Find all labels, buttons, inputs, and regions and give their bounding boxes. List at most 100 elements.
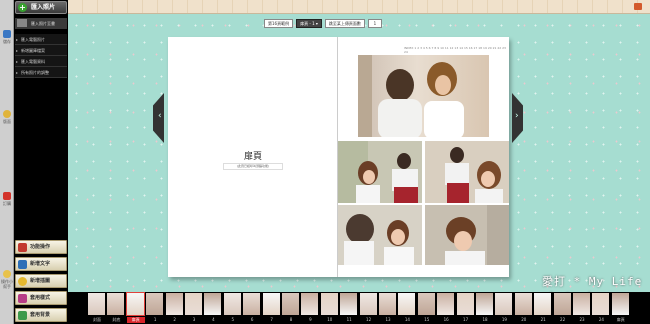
page-select[interactable]: 第16頁範例: [264, 19, 294, 28]
filmstrip-thumbnail: [592, 293, 610, 315]
apply-background-button[interactable]: 套用背景: [15, 308, 67, 322]
chevron-right-icon: ›: [515, 111, 519, 121]
photo-mid-right-art: [445, 147, 503, 203]
photo-bottom-left[interactable]: [338, 205, 422, 265]
filmstrip-page-4[interactable]: 2: [165, 292, 184, 324]
option-gallery[interactable]: 新增圖庫檔案: [15, 45, 67, 56]
left-page[interactable]: 扉頁 (此頁已經呼叫頭腦功能): [168, 37, 338, 277]
page-controls: 第16頁範例 扉頁 - 1 ▾ 跳至某上傳頁面數 1: [264, 19, 382, 28]
filmstrip-thumbnail: [417, 293, 435, 315]
filmstrip-page-label: 20: [521, 317, 527, 322]
photo-mid-left-art: [338, 141, 418, 203]
page-subtitle[interactable]: (此頁已經呼叫頭腦功能): [223, 163, 283, 170]
filmstrip-page-21[interactable]: 19: [495, 292, 513, 324]
filmstrip-page-label: 14: [404, 317, 410, 322]
photo-mid-left[interactable]: [338, 141, 422, 203]
filmstrip-page-19[interactable]: 17: [456, 292, 475, 324]
filmstrip-page-12[interactable]: 10: [320, 292, 339, 324]
filmstrip-page-9[interactable]: 7: [262, 292, 281, 324]
filmstrip-page-1[interactable]: 封底: [107, 292, 125, 324]
filmstrip-thumbnail: [495, 293, 513, 315]
filmstrip-page-label: 21: [540, 317, 546, 322]
filmstrip-page-17[interactable]: 15: [417, 292, 436, 324]
filmstrip-thumbnail: [534, 293, 552, 315]
help-tool[interactable]: 操作小幫手: [0, 270, 14, 289]
apply-style-button[interactable]: 套用樣式: [15, 291, 67, 305]
watermark: 愛打 * My Lifephoto by wa..a: [542, 274, 649, 292]
editor-canvas: 第16頁範例 扉頁 - 1 ▾ 跳至某上傳頁面數 1 ‹ 扉頁 (此頁已經呼叫頭…: [68, 0, 650, 292]
add-text-label: 新增文字: [30, 261, 51, 267]
photo-top[interactable]: [358, 55, 489, 137]
text-icon: [18, 260, 27, 269]
import-header[interactable]: 匯入照片至書: [15, 18, 67, 29]
filmstrip-page-7[interactable]: 5: [223, 292, 242, 324]
theme-tool[interactable]: 版面: [0, 110, 14, 124]
option-adjust-all[interactable]: 所有照片的調整: [15, 67, 67, 78]
filmstrip-page-16[interactable]: 14: [398, 292, 416, 324]
add-sticker-button[interactable]: 新增插圖: [15, 274, 67, 288]
filmstrip-page-13[interactable]: 11: [340, 292, 358, 324]
filmstrip-thumbnail: [165, 293, 183, 315]
photobook-spread: 扉頁 (此頁已經呼叫頭腦功能) INDEX 1 2 3 4 5 6 7 8 9 …: [168, 37, 509, 277]
close-icon[interactable]: [634, 3, 642, 10]
lightbulb-icon: [3, 270, 11, 278]
filmstrip-thumbnail: [456, 293, 474, 315]
filmstrip-page-24[interactable]: 22: [553, 292, 572, 324]
shop-label: 訂購: [3, 201, 11, 206]
filmstrip-page-20[interactable]: 18: [476, 292, 494, 324]
photo-mid-right[interactable]: [425, 141, 509, 203]
filmstrip-page-26[interactable]: 24: [592, 292, 610, 324]
filmstrip-page-8[interactable]: 6: [243, 292, 261, 324]
filmstrip-page-label: 封面: [93, 317, 101, 322]
filmstrip-page-label: 10: [327, 317, 333, 322]
filmstrip-page-15[interactable]: 13: [379, 292, 397, 324]
filmstrip-page-0[interactable]: 封面: [88, 292, 106, 324]
filmstrip-page-10[interactable]: 8: [282, 292, 300, 324]
apply-background-label: 套用背景: [30, 312, 51, 318]
photo-bottom-right-art: [445, 205, 509, 265]
filmstrip-page-label: 5: [231, 317, 235, 322]
save-icon: [3, 30, 11, 38]
filmstrip-page-23[interactable]: 21: [534, 292, 552, 324]
filmstrip-page-6[interactable]: 4: [204, 292, 222, 324]
filmstrip-page-label: 8: [289, 317, 293, 322]
filmstrip-page-label: 18: [482, 317, 488, 322]
page-filmstrip: 封面 封底 扉頁 1 2 3 4 5 6 7 8 9 10 11 12 13 14 15 16 17 18 19 20 21 2…: [68, 292, 650, 324]
filmstrip-thumbnail: [125, 292, 145, 316]
save-tool[interactable]: 儲存: [0, 30, 14, 44]
page-input[interactable]: 1: [367, 19, 382, 28]
shop-tool[interactable]: 訂購: [0, 192, 14, 206]
photo-bottom-left-art: [344, 214, 414, 265]
view-select[interactable]: 扉頁 - 1 ▾: [296, 19, 322, 28]
add-photo-button[interactable]: + 匯入照片: [15, 1, 67, 14]
filmstrip-thumbnail: [262, 293, 280, 315]
option-import-computer[interactable]: 匯入電腦照片: [15, 34, 67, 45]
filmstrip-page-label: 23: [579, 317, 585, 322]
filmstrip-page-22[interactable]: 20: [514, 292, 533, 324]
filmstrip-page-2[interactable]: 扉頁: [125, 292, 145, 324]
icon-sidebar: 儲存 版面 訂購 操作小幫手: [0, 0, 14, 324]
option-computer-data[interactable]: 匯入電腦資料: [15, 56, 67, 67]
filmstrip-page-label: 13: [385, 317, 391, 322]
filmstrip-thumbnail: [398, 293, 416, 315]
background-icon: [18, 311, 27, 320]
theme-label: 版面: [3, 119, 11, 124]
filmstrip-thumbnail: [223, 293, 241, 315]
add-text-button[interactable]: 新增文字: [15, 257, 67, 271]
filmstrip-page-label: 19: [501, 317, 507, 322]
filmstrip-thumbnail: [476, 293, 493, 315]
filmstrip-page-label: 4: [212, 317, 215, 322]
photo-bottom-right[interactable]: [425, 205, 509, 265]
function-button[interactable]: 功能操作: [15, 240, 67, 254]
filmstrip-page-18[interactable]: 16: [437, 292, 455, 324]
filmstrip-page-14[interactable]: 12: [359, 292, 378, 324]
filmstrip-page-25[interactable]: 23: [573, 292, 591, 324]
page-title[interactable]: 扉頁: [168, 149, 338, 162]
filmstrip-page-27[interactable]: 扉頁: [611, 292, 630, 324]
filmstrip-page-11[interactable]: 9: [301, 292, 319, 324]
filmstrip-thumbnail: [340, 293, 358, 315]
plus-icon: +: [18, 3, 27, 12]
filmstrip-page-5[interactable]: 3: [185, 292, 203, 324]
import-header-label: 匯入照片至書: [31, 21, 55, 26]
filmstrip-page-3[interactable]: 1: [146, 292, 164, 324]
